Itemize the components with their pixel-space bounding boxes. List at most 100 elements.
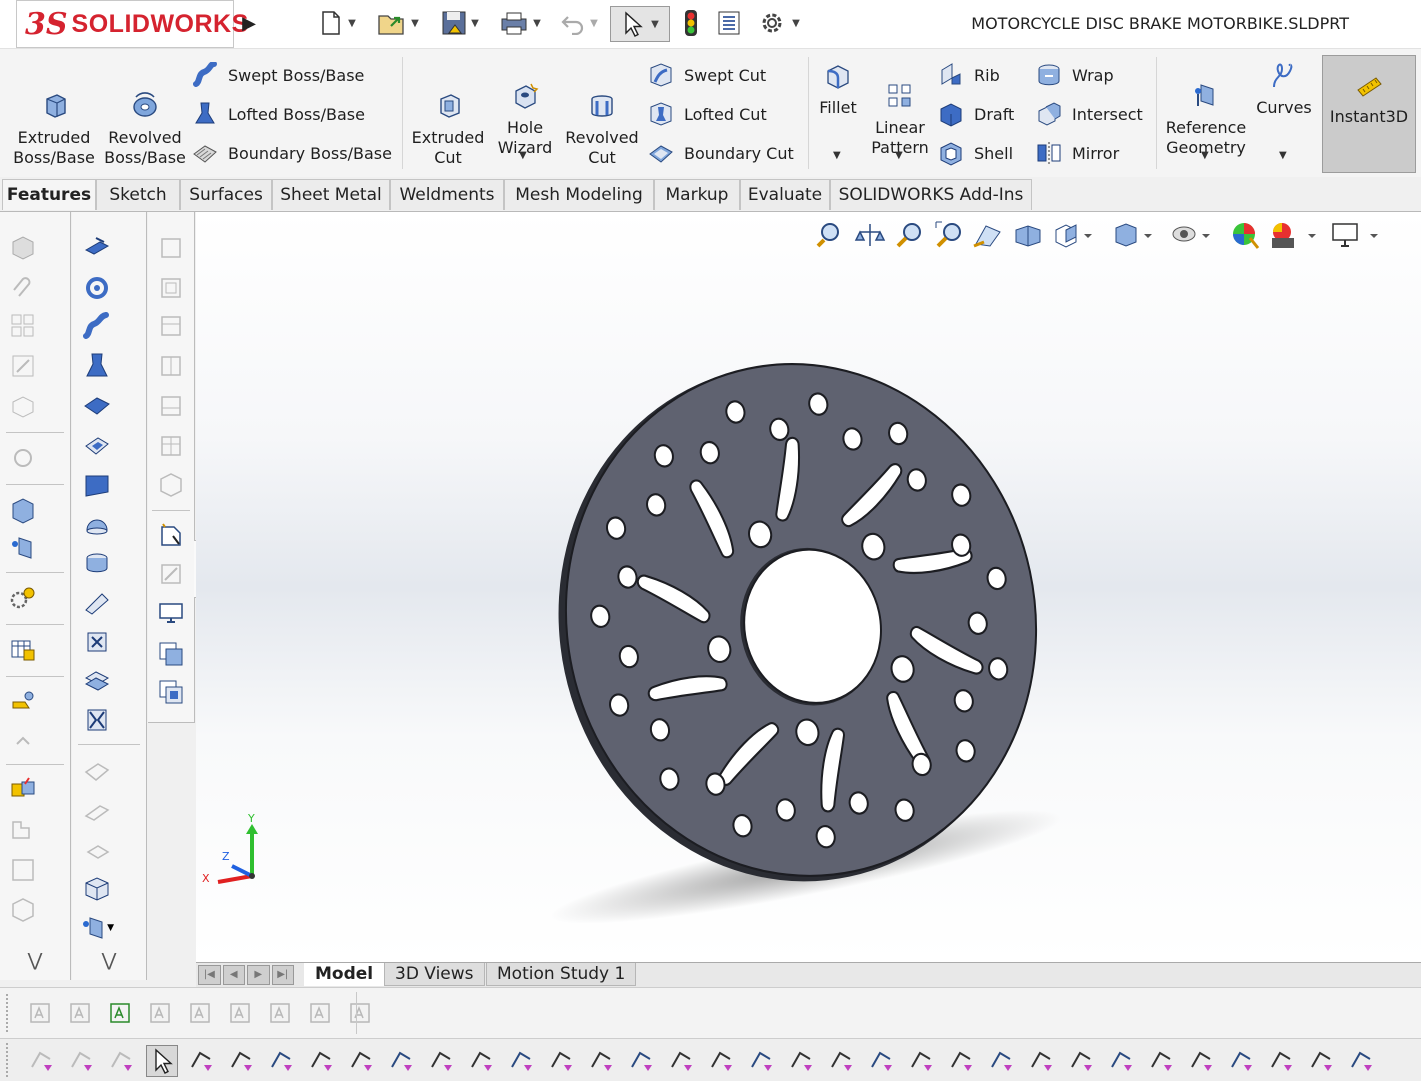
balloon-icon[interactable] (106, 998, 136, 1028)
extruded-cut-button[interactable]: Extruded Cut (408, 71, 488, 168)
hole-wizard-button[interactable]: Hole Wizard (494, 61, 556, 158)
assembly-icon[interactable] (6, 686, 40, 718)
sketch-segment-icon[interactable] (586, 1045, 616, 1075)
note-icon[interactable] (66, 998, 96, 1028)
last-tab-icon[interactable]: ▶| (271, 965, 294, 985)
weld-symbol-icon[interactable] (226, 998, 256, 1028)
model-graphics[interactable] (196, 212, 1421, 962)
sketch-filter-icon[interactable] (546, 1045, 576, 1075)
balloon-filter-icon[interactable] (866, 1045, 896, 1075)
surface-finish-filter-icon[interactable] (746, 1045, 776, 1075)
tab-sketch[interactable]: Sketch (96, 179, 180, 210)
gears-icon[interactable] (6, 582, 40, 614)
block-filter-icon[interactable] (1066, 1045, 1096, 1075)
tab-evaluate[interactable]: Evaluate (740, 179, 830, 210)
filter-toggle-icon[interactable] (66, 1045, 96, 1075)
surface-icon[interactable] (80, 756, 114, 788)
swept-cut-button[interactable]: Swept Cut (648, 60, 766, 90)
swept-boss-button[interactable]: Swept Boss/Base (192, 60, 364, 90)
select-all-icon[interactable] (186, 1045, 216, 1075)
chevron-down-icon[interactable]: ▼ (1279, 150, 1287, 161)
datum-target-icon[interactable] (986, 1045, 1016, 1075)
dome-icon[interactable] (80, 508, 114, 540)
lofted-cut-button[interactable]: Lofted Cut (648, 99, 767, 129)
tab-solidworks-add-ins[interactable]: SOLIDWORKS Add-Ins (830, 179, 1032, 210)
open-button[interactable]: ▼ (372, 6, 424, 40)
pin-icon[interactable] (1266, 1045, 1296, 1075)
more-icon[interactable] (1346, 1045, 1376, 1075)
cosmetic-thread-icon[interactable] (1026, 1045, 1056, 1075)
combine-icon[interactable] (6, 814, 40, 846)
mid-surface-icon[interactable] (1226, 1045, 1256, 1075)
expand-menu-arrow-icon[interactable]: ▶ (240, 10, 258, 36)
wrap-button[interactable]: Wrap (1036, 60, 1114, 90)
dowel-pin-icon[interactable] (1106, 1045, 1136, 1075)
route-point-icon[interactable] (1186, 1045, 1216, 1075)
axis-filter-icon[interactable] (426, 1045, 456, 1075)
normal-to-icon[interactable] (154, 520, 188, 552)
table-filter-icon[interactable] (1306, 1045, 1336, 1075)
tab-motion-study-1[interactable]: Motion Study 1 (486, 963, 637, 986)
solid-body-icon[interactable] (386, 1045, 416, 1075)
chevron-down-icon[interactable]: ▼ (895, 150, 903, 161)
point-filter-icon[interactable] (506, 1045, 536, 1075)
filter-clear-icon[interactable] (106, 1045, 136, 1075)
tab-markup[interactable]: Markup (654, 179, 740, 210)
chevron-down-icon[interactable]: ▼ (519, 150, 527, 161)
boundary-boss-button[interactable]: Boundary Boss/Base (192, 138, 392, 168)
revolve-icon[interactable] (80, 272, 114, 304)
box-icon[interactable] (80, 872, 114, 904)
chevron-down-icon[interactable]: ▼ (1201, 150, 1209, 161)
center-mark-icon[interactable] (666, 1045, 696, 1075)
midpoint-filter-icon[interactable] (626, 1045, 656, 1075)
weld-filter-icon[interactable] (906, 1045, 936, 1075)
sketch-edit-icon[interactable] (6, 350, 40, 382)
datum-feature-icon[interactable] (346, 998, 376, 1028)
split-icon[interactable] (6, 774, 40, 806)
print-button[interactable]: ▼ (494, 6, 546, 40)
thicken-icon[interactable] (80, 430, 114, 462)
double-chevron-down-icon[interactable]: ⋁ (18, 944, 52, 976)
left-view-icon[interactable] (154, 310, 188, 342)
tab-3d-views[interactable]: 3D Views (384, 963, 485, 986)
extruded-boss-icon[interactable] (6, 494, 40, 526)
tab-sheet-metal[interactable]: Sheet Metal (272, 179, 390, 210)
connection-point-icon[interactable] (1146, 1045, 1176, 1075)
revolved-boss-button[interactable]: Revolved Boss/Base (104, 71, 186, 168)
linear-pattern-button[interactable]: Linear Pattern (868, 61, 932, 158)
surface-extend-icon[interactable] (80, 796, 114, 828)
undo-button[interactable]: ▼ (554, 6, 604, 40)
window-tile-icon[interactable] (154, 676, 188, 708)
monitor-view-icon[interactable] (154, 598, 188, 630)
mirror-button[interactable]: Mirror (1036, 138, 1119, 168)
extruded-boss-button[interactable]: Extruded Boss/Base (10, 71, 98, 168)
vertex-filter-icon[interactable] (226, 1045, 256, 1075)
pattern-icon[interactable] (6, 310, 40, 342)
right-view-icon[interactable] (154, 350, 188, 382)
reference-icon[interactable] (6, 724, 40, 756)
move-face-icon[interactable] (80, 664, 114, 696)
solidworks-logo[interactable]: 3S SOLIDWORKS (16, 0, 248, 48)
reference-geometry-icon[interactable] (6, 532, 40, 564)
options-button[interactable]: ▼ (752, 6, 806, 40)
surface-body-icon[interactable] (346, 1045, 376, 1075)
first-tab-icon[interactable]: |◀ (198, 965, 221, 985)
window-copy-icon[interactable] (154, 638, 188, 670)
draft-button[interactable]: Draft (938, 99, 1014, 129)
select-icon[interactable] (146, 1045, 178, 1077)
edge-filter-icon[interactable] (266, 1045, 296, 1075)
split-line-icon[interactable] (80, 704, 114, 736)
plane-filter-icon[interactable] (466, 1045, 496, 1075)
front-view-icon[interactable] (154, 232, 188, 264)
surface-trim-icon[interactable] (80, 836, 114, 868)
chevron-down-icon[interactable]: ▼ (833, 150, 841, 161)
geometric-tolerance-filter-icon[interactable] (786, 1045, 816, 1075)
table-icon[interactable] (6, 634, 40, 666)
block-icon[interactable] (6, 390, 40, 422)
tab-weldments[interactable]: Weldments (390, 179, 504, 210)
fillet-button[interactable]: Fillet (812, 61, 864, 118)
filter-icon[interactable] (26, 1045, 56, 1075)
reference-plane-icon[interactable]: ▼ (80, 912, 114, 944)
tab-features[interactable]: Features (2, 179, 96, 210)
top-view-icon[interactable] (154, 390, 188, 422)
